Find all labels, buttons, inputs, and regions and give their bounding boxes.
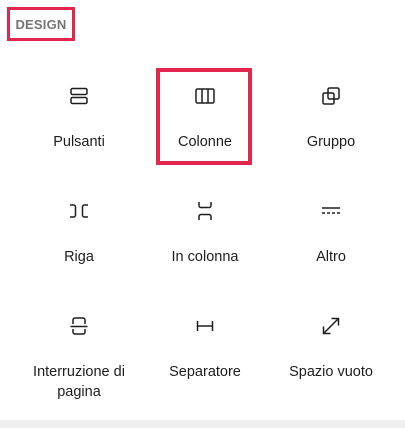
row-icon (67, 199, 91, 223)
more-icon (319, 199, 343, 223)
block-label: Altro (316, 249, 346, 265)
section-title: DESIGN (7, 7, 75, 41)
group-icon (319, 84, 343, 108)
block-label: In colonna (171, 249, 239, 265)
separator-icon (193, 314, 217, 338)
block-label: Colonne (177, 134, 232, 150)
buttons-icon (67, 84, 91, 108)
block-item-separatore[interactable]: Separatore (140, 302, 270, 414)
block-item-pulsanti[interactable]: Pulsanti (14, 72, 144, 184)
block-item-spazio-vuoto[interactable]: Spazio vuoto (266, 302, 396, 414)
block-item-gruppo[interactable]: Gruppo (266, 72, 396, 184)
block-item-altro[interactable]: Altro (266, 187, 396, 299)
block-item-riga[interactable]: Riga (14, 187, 144, 299)
block-label: Pulsanti (53, 134, 105, 150)
block-item-colonne[interactable]: Colonne (140, 68, 270, 184)
block-label: Interruzione di pagina (33, 364, 125, 400)
block-item-interruzione-di-pagina[interactable]: Interruzione di pagina (14, 302, 144, 414)
block-label: Gruppo (306, 134, 356, 150)
block-label: Spazio vuoto (289, 364, 373, 380)
spacer-icon (319, 314, 343, 338)
block-label: Separatore (169, 364, 241, 380)
block-inserter-panel: DESIGN Pulsanti Colonne Gruppo Riga In c… (0, 0, 405, 420)
block-label: Riga (64, 249, 94, 265)
block-item-in-colonna[interactable]: In colonna (140, 187, 270, 299)
columns-icon (193, 84, 217, 108)
page-break-icon (67, 314, 91, 338)
stack-icon (193, 199, 217, 223)
